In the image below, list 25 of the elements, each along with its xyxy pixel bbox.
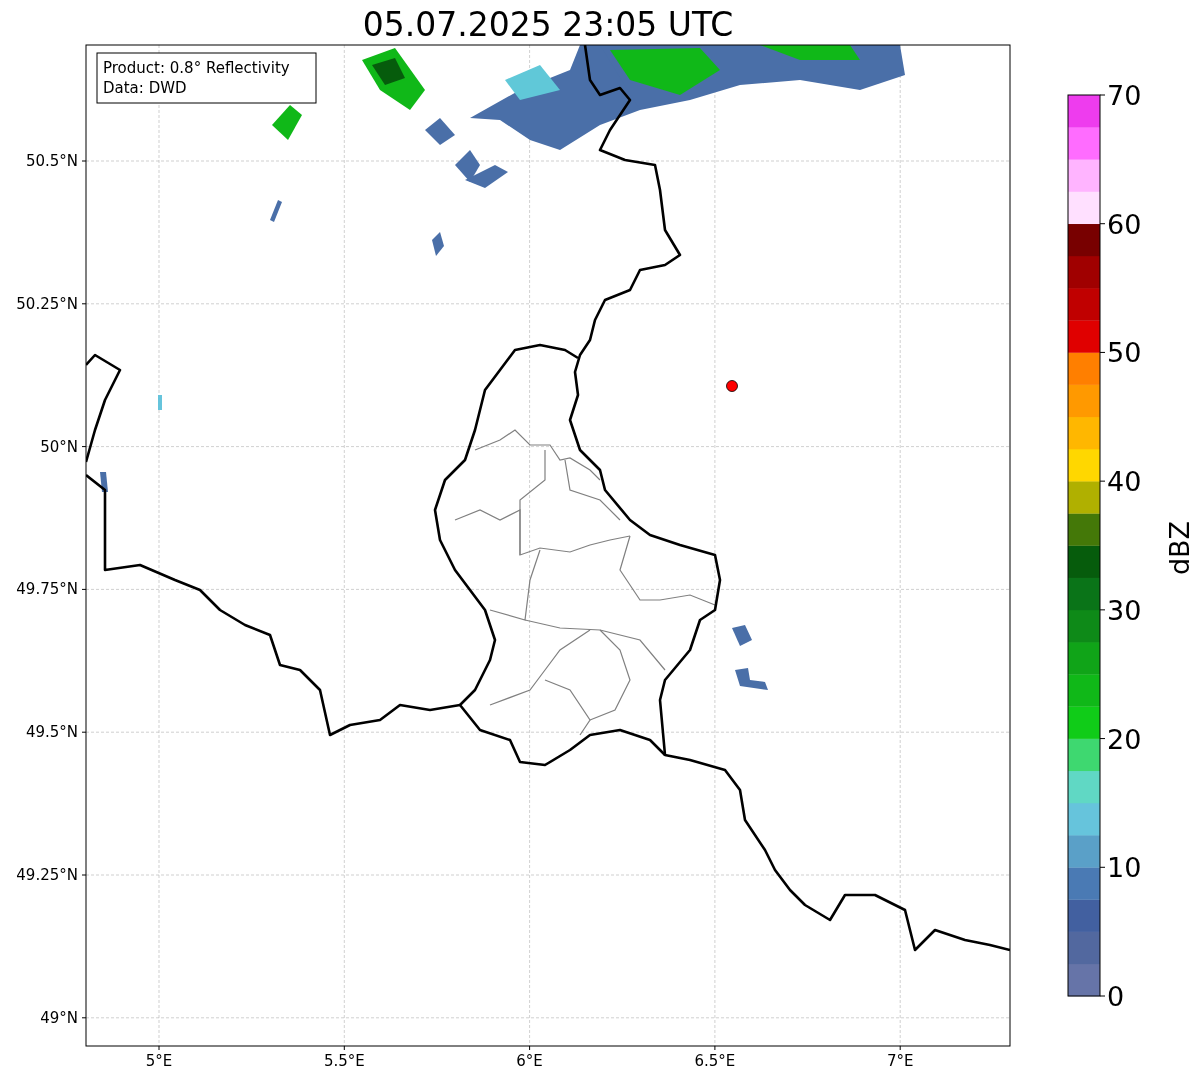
longitude-label: 6.5°E [694, 1052, 736, 1070]
longitude-label: 5.5°E [323, 1052, 365, 1070]
colorbar-tick-label: 10 [1107, 852, 1142, 884]
colorbar-tick-label: 50 [1107, 337, 1142, 369]
longitude-label: 7°E [886, 1052, 914, 1070]
chart-title: 05.07.2025 23:05 UTC [362, 5, 734, 44]
latitude-label: 49.5°N [25, 723, 78, 742]
info-text: Data: DWD [103, 79, 187, 97]
radar-site-marker [726, 380, 738, 392]
latitude-label: 49.25°N [16, 866, 78, 884]
colorbar-label: dBZ [1164, 520, 1195, 576]
longitude-label: 5°E [145, 1052, 173, 1070]
colorbar-tick-label: 40 [1107, 466, 1142, 498]
colorbar-tick-label: 70 [1107, 80, 1142, 111]
latitude-label: 50.5°N [25, 152, 78, 170]
colorbar-tick-label: 60 [1107, 208, 1142, 240]
latitude-label: 50.25°N [16, 294, 78, 313]
latitude-label: 49.75°N [16, 580, 78, 599]
colorbar-tick-label: 0 [1107, 981, 1125, 1012]
info-text: Product: 0.8° Reflectivity [103, 59, 290, 77]
colorbar-tick-label: 30 [1107, 594, 1142, 626]
longitude-label: 6°E [516, 1052, 543, 1070]
colorbar-tick-label: 20 [1107, 723, 1142, 755]
latitude-label: 50°N [40, 437, 78, 456]
latitude-label: 49°N [40, 1008, 78, 1027]
